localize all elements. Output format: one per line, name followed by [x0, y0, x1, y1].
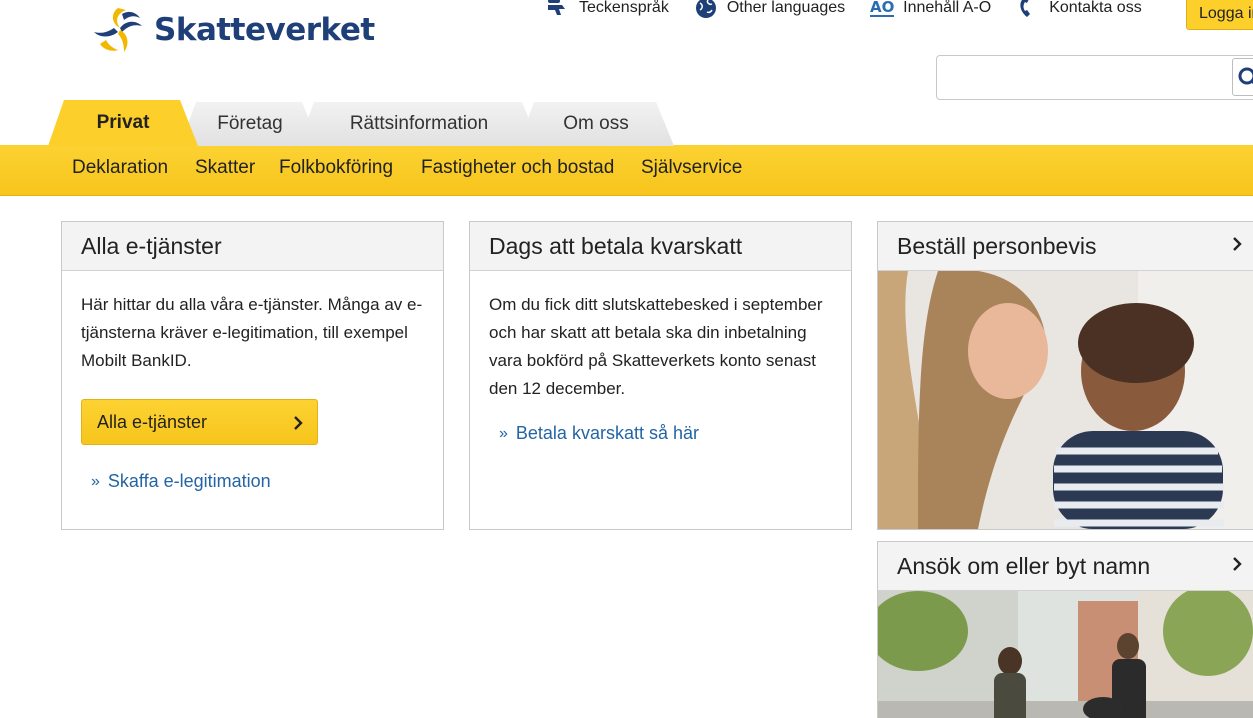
card-alla-etjanster: Alla e-tjänster Här hittar du alla våra …: [61, 221, 444, 530]
card-text: Om du fick ditt slutskattebesked i septe…: [489, 295, 823, 398]
double-chevron-icon: »: [91, 472, 100, 490]
card-byt-namn[interactable]: Ansök om eller byt namn: [877, 541, 1253, 718]
search-input[interactable]: [936, 55, 1253, 100]
double-chevron-icon: »: [499, 424, 508, 442]
card-header: Ansök om eller byt namn: [878, 542, 1253, 591]
tab-rattsinformation[interactable]: Rättsinformation: [298, 102, 540, 146]
phone-icon: [1015, 0, 1041, 19]
toplink-label: Other languages: [726, 0, 846, 16]
toplink-label: Teckenspråk: [579, 0, 669, 16]
utility-links: Teckenspråk Other languages AÖ Innehåll …: [545, 0, 1166, 20]
street-family-photo: [878, 591, 1253, 718]
card-bestall-personbevis[interactable]: Beställ personbevis: [877, 221, 1253, 530]
toplink-other-languages[interactable]: Other languages: [693, 0, 845, 19]
mother-child-photo: [878, 271, 1253, 529]
chevron-right-icon: [1233, 557, 1242, 571]
toplink-innehall[interactable]: AÖ Innehåll A-Ö: [869, 0, 991, 19]
chevron-right-icon: [294, 416, 303, 430]
toplink-label: Kontakta oss: [1049, 0, 1142, 16]
subnav-deklaration[interactable]: Deklaration: [72, 157, 168, 179]
sub-navigation: Deklaration Skatter Folkbokföring Fastig…: [0, 145, 1253, 196]
card-title: Beställ personbevis: [897, 233, 1097, 259]
tab-foretag[interactable]: Företag: [180, 102, 320, 146]
search-icon: [1238, 67, 1253, 85]
subnav-folkbokforing[interactable]: Folkbokföring: [279, 157, 393, 179]
search-button[interactable]: [1232, 58, 1253, 96]
alla-etjanster-button[interactable]: Alla e-tjänster: [81, 399, 318, 445]
skaffa-elegitimation-link[interactable]: » Skaffa e-legitimation: [91, 471, 271, 492]
logo-emblem-icon: [94, 8, 142, 52]
card-title: Dags att betala kvarskatt: [470, 222, 851, 271]
button-label: Alla e-tjänster: [97, 412, 208, 432]
svg-text:AÖ: AÖ: [870, 0, 894, 16]
toplink-teckensprak[interactable]: Teckenspråk: [545, 0, 669, 19]
link-label: Betala kvarskatt så här: [515, 423, 699, 443]
card-header: Beställ personbevis: [878, 222, 1253, 271]
sign-language-icon: [545, 0, 571, 19]
login-button[interactable]: Logga in: [1186, 0, 1253, 30]
card-kvarskatt: Dags att betala kvarskatt Om du fick dit…: [469, 221, 852, 530]
skatteverket-logo[interactable]: Skatteverket: [92, 4, 375, 56]
a-o-icon: AÖ: [869, 0, 895, 19]
logo-wordmark: Skatteverket: [154, 12, 375, 48]
card-title: Ansök om eller byt namn: [897, 553, 1151, 579]
card-text: Här hittar du alla våra e-tjänster. Mång…: [81, 295, 423, 370]
toplink-kontakta[interactable]: Kontakta oss: [1015, 0, 1142, 19]
toplink-label: Innehåll A-Ö: [903, 0, 992, 16]
globe-icon: [693, 0, 719, 19]
card-title: Alla e-tjänster: [62, 222, 443, 271]
link-label: Skaffa e-legitimation: [107, 471, 271, 491]
tab-privat[interactable]: Privat: [48, 100, 198, 146]
subnav-skatter[interactable]: Skatter: [195, 157, 255, 179]
betala-kvarskatt-link[interactable]: » Betala kvarskatt så här: [499, 423, 699, 444]
subnav-fastigheter[interactable]: Fastigheter och bostad: [421, 157, 614, 179]
chevron-right-icon: [1233, 237, 1242, 251]
tab-om-oss[interactable]: Om oss: [518, 102, 674, 146]
subnav-sjalvservice[interactable]: Självservice: [641, 157, 742, 179]
